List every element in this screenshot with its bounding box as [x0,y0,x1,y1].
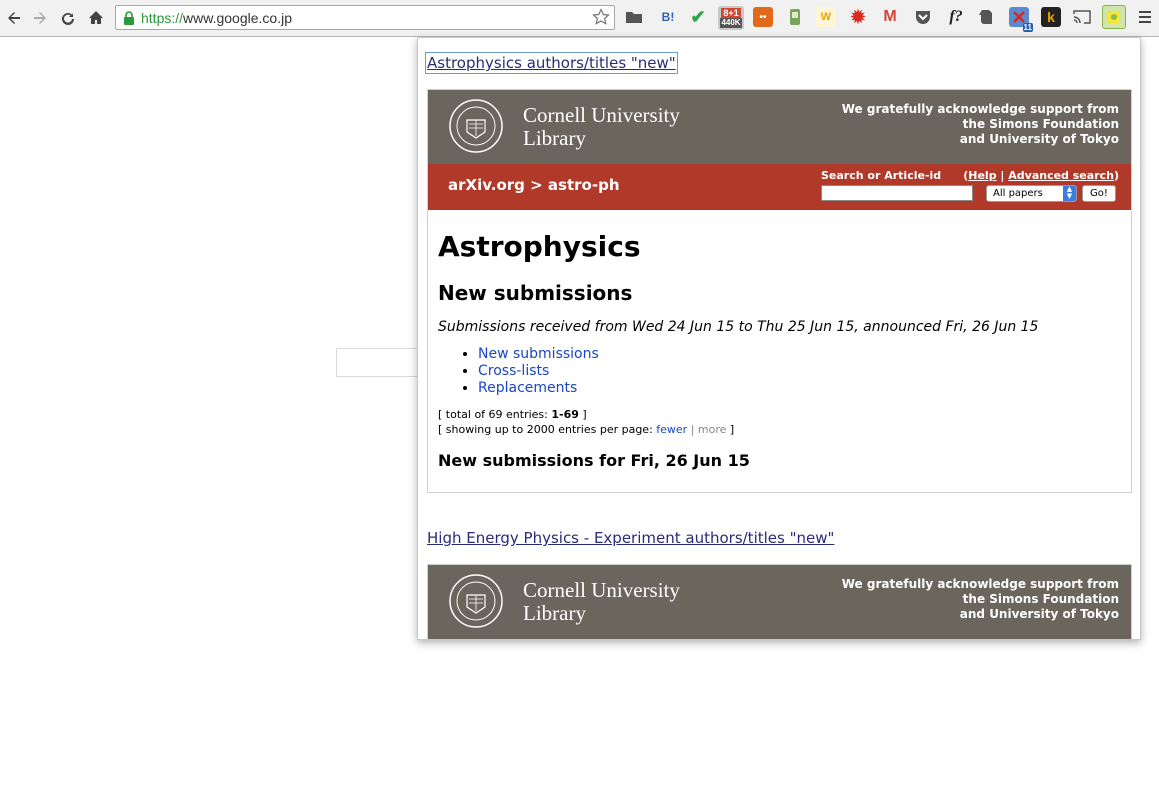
support-text: We gratefully acknowledge support from t… [842,577,1119,622]
cast-icon[interactable] [1072,7,1092,27]
section-nav-list: New submissions Cross-lists Replacements [438,346,1121,397]
pocket-icon[interactable] [913,7,933,27]
lock-icon [124,11,134,25]
entry-totals: [ total of 69 entries: 1-69 ] [ showing … [438,407,1121,437]
cornell-seal-icon [449,574,503,628]
help-separator: | [996,169,1009,182]
address-bar[interactable]: https://www.google.co.jp [115,5,615,30]
help-paren-close: ) [1113,169,1119,182]
address-host: www.google.co.jp [183,10,292,26]
list-item: New submissions [478,346,1121,363]
feed-reader-popup: Astrophysics authors/titles "new" Cornel… [417,37,1141,640]
listing-content: Astrophysics New submissions Submissions… [428,210,1131,471]
page-title: Astrophysics [438,230,641,263]
go-button[interactable]: Go! [1082,185,1116,202]
plus-one-label: 8+1 [721,8,741,18]
search-label: Search or Article-id [821,169,942,182]
totals-prefix: [ total of 69 entries: [438,408,552,421]
showing-prefix: [ showing up to 2000 entries per page: [438,423,657,436]
advanced-search-link[interactable]: Advanced search [1008,169,1114,182]
search-input[interactable] [821,185,973,201]
plus-one-count: 440K [720,18,742,28]
totals-range: 1-69 [551,408,579,421]
cornell-library-name: Cornell University Library [523,104,680,150]
papers-select[interactable]: All papers ▲ ▼ [986,185,1077,202]
list-item: Cross-lists [478,363,1121,380]
arxiv-nav-bar: arXiv.org > astro-ph Search or Article-i… [428,164,1131,210]
support-text: We gratefully acknowledge support from t… [842,102,1119,147]
forward-arrow-icon [34,12,46,24]
library-name-line2: Library [523,601,586,625]
w-ext-icon[interactable]: W [816,7,836,27]
breadcrumb[interactable]: arXiv.org > astro-ph [448,176,620,194]
select-arrows-icon: ▲ ▼ [1063,186,1076,201]
rss-reader-icon[interactable] [1102,5,1126,29]
help-links: (Help | Advanced search) [963,169,1119,182]
gmail-icon[interactable]: M [880,7,900,27]
feed-title-link-hep-ex[interactable]: High Energy Physics - Experiment authors… [427,529,834,547]
list-item: Replacements [478,380,1121,397]
home-button[interactable] [85,7,107,29]
cornell-library-name: Cornell University Library [523,579,680,625]
cross-lists-link[interactable]: Cross-lists [478,363,549,379]
pipe-separator: | [687,423,698,436]
help-link[interactable]: Help [968,169,996,182]
reload-icon [62,12,74,25]
blocked-ext-badge: 11 [1022,23,1033,32]
orange-ext-icon[interactable]: •• [753,7,773,27]
feed-title-link-astro[interactable]: Astrophysics authors/titles "new" [425,52,678,74]
reload-button[interactable] [57,7,79,29]
green-ext-icon[interactable] [785,7,805,27]
cornell-header: Cornell University Library We gratefully… [428,90,1131,164]
support-line3: and University of Tokyo [959,132,1119,146]
section-title: New submissions [438,281,633,305]
cornell-header: Cornell University Library We gratefully… [428,565,1131,639]
new-submissions-link[interactable]: New submissions [478,346,599,362]
showing-suffix: ] [726,423,735,436]
address-text: https://www.google.co.jp [141,10,292,26]
browser-toolbar: https://www.google.co.jp B! ✔ 8+1 440K •… [0,0,1159,37]
address-scheme: https:// [141,10,184,26]
forward-button[interactable] [29,7,51,29]
chrome-menu-icon[interactable] [1139,10,1151,24]
replacements-link[interactable]: Replacements [478,380,577,396]
library-name-line1: Cornell University [523,578,680,602]
support-line1: We gratefully acknowledge support from [841,577,1119,591]
support-line2: the Simons Foundation [962,117,1119,131]
back-button[interactable] [3,7,25,29]
totals-suffix: ] [578,408,587,421]
support-line2: the Simons Foundation [962,592,1119,606]
google-plus-one-icon[interactable]: 8+1 440K [718,6,744,30]
feed-preview-astro: Cornell University Library We gratefully… [427,89,1132,493]
red-splat-icon[interactable]: ✹ [848,7,868,27]
back-arrow-icon [8,12,20,24]
more-link: more [697,423,727,436]
fewer-link[interactable]: fewer [656,423,687,436]
support-line1: We gratefully acknowledge support from [841,102,1119,116]
blocked-ext-icon[interactable]: 11 [1009,7,1033,32]
bookmark-folder-icon[interactable] [624,7,644,27]
formula-icon[interactable]: f? [944,7,968,27]
k-ext-icon[interactable]: k [1041,7,1061,27]
cornell-seal-icon [449,99,503,153]
papers-select-value: All papers [993,188,1043,199]
submissions-subheading: New submissions for Fri, 26 Jun 15 [438,451,750,470]
feed-preview-hep-ex: Cornell University Library We gratefully… [427,564,1132,639]
check-icon[interactable]: ✔ [688,7,708,27]
hatena-bookmark-icon[interactable]: B! [658,7,678,27]
library-name-line1: Cornell University [523,103,680,127]
library-name-line2: Library [523,126,586,150]
evernote-icon[interactable] [976,7,996,27]
home-icon [89,11,103,24]
support-line3: and University of Tokyo [959,607,1119,621]
bookmark-star-icon[interactable] [592,8,610,26]
received-text: Submissions received from Wed 24 Jun 15 … [438,319,1039,335]
